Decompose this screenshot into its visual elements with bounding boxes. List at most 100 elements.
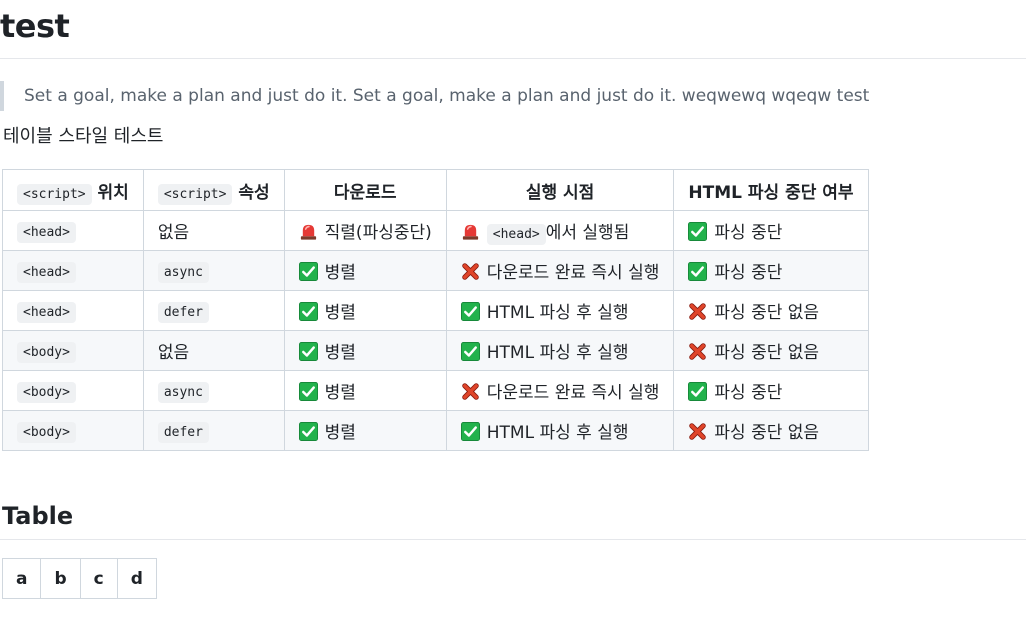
cross-mark-icon — [688, 422, 707, 441]
location-code: <head> — [17, 301, 76, 323]
location-code: <head> — [17, 221, 76, 243]
paragraph: 테이블 스타일 테스트 — [3, 126, 164, 147]
header-location-label: 위치 — [97, 182, 129, 203]
attribute-cell: defer — [142, 290, 285, 331]
parsing-text: 파싱 중단 없음 — [714, 423, 820, 443]
check-mark-icon — [298, 262, 318, 281]
execution-cell: 다운로드 완료 즉시 실행 — [445, 250, 675, 291]
download-cell: 병렬 — [283, 370, 447, 411]
section-divider — [0, 539, 1026, 540]
download-text: 병렬 — [324, 343, 356, 363]
attribute-text: 없음 — [157, 223, 190, 243]
table-row: <body> defer 병렬 HTML 파싱 후 실행 파싱 중단 없음 — [2, 410, 869, 451]
download-text: 병렬 — [324, 423, 356, 443]
cross-mark-icon — [461, 262, 480, 281]
attribute-text: 없음 — [157, 343, 190, 363]
download-cell: 병렬 — [283, 330, 447, 371]
location-code: <body> — [17, 381, 76, 403]
page-title: test — [0, 7, 70, 45]
download-text: 병렬 — [324, 383, 356, 403]
parsing-text: 파싱 중단 — [714, 223, 783, 243]
download-text: 병렬 — [324, 263, 356, 283]
table-row: <head> async 병렬 다운로드 완료 즉시 실행 파싱 중단 — [2, 250, 869, 291]
attribute-code: defer — [157, 421, 209, 443]
cross-mark-icon — [688, 302, 707, 321]
header-execution-time: 실행 시점 — [445, 169, 675, 211]
execution-cell: 다운로드 완료 즉시 실행 — [445, 370, 675, 411]
location-code: <body> — [17, 421, 76, 443]
attribute-cell: defer — [142, 410, 285, 451]
location-code: <body> — [17, 341, 76, 363]
parsing-text: 파싱 중단 없음 — [714, 303, 820, 323]
attribute-cell: async — [142, 250, 285, 291]
location-cell: <body> — [2, 410, 144, 451]
execution-cell: HTML 파싱 후 실행 — [445, 290, 675, 331]
parsing-text: 파싱 중단 — [714, 263, 783, 283]
download-text: 직렬(파싱중단) — [324, 223, 432, 243]
location-cell: <body> — [2, 370, 144, 411]
check-mark-icon — [460, 342, 480, 361]
download-text: 병렬 — [324, 303, 356, 323]
blockquote: Set a goal, make a plan and just do it. … — [0, 81, 869, 111]
execution-cell: HTML 파싱 후 실행 — [445, 410, 675, 451]
table-row: <head> defer 병렬 HTML 파싱 후 실행 파싱 중단 없음 — [2, 290, 869, 331]
header-download: 다운로드 — [283, 169, 447, 211]
location-cell: <body> — [2, 330, 144, 371]
download-cell: 직렬(파싱중단) — [283, 210, 447, 251]
check-mark-icon — [298, 422, 318, 441]
check-mark-icon — [298, 302, 318, 321]
table-header-row: <script> 위치 <script> 속성 다운로드 실행 시점 HTML … — [2, 169, 869, 211]
parsing-cell: 파싱 중단 — [673, 370, 869, 411]
attribute-code: async — [157, 261, 209, 283]
location-cell: <head> — [2, 250, 144, 291]
header-attribute-label: 속성 — [238, 182, 270, 203]
small-table-header-row: abcd — [1, 558, 157, 599]
parsing-cell: 파싱 중단 — [673, 210, 869, 251]
small-table-header-a: a — [1, 558, 42, 599]
cross-mark-icon — [461, 382, 480, 401]
small-table-header-b: b — [40, 558, 81, 599]
table-row: <body> async 병렬 다운로드 완료 즉시 실행 파싱 중단 — [2, 370, 869, 411]
small-table-header-d: d — [116, 558, 157, 599]
execution-text: HTML 파싱 후 실행 — [486, 423, 629, 443]
small-table: abcd — [1, 558, 157, 599]
attribute-cell: 없음 — [142, 210, 285, 251]
parsing-cell: 파싱 중단 없음 — [673, 330, 869, 371]
download-cell: 병렬 — [283, 250, 447, 291]
attribute-code: defer — [157, 301, 209, 323]
execution-text: 다운로드 완료 즉시 실행 — [486, 263, 660, 283]
download-cell: 병렬 — [283, 410, 447, 451]
small-table-header-c: c — [79, 558, 118, 599]
title-divider — [0, 58, 1026, 59]
location-code: <head> — [17, 261, 76, 283]
check-mark-icon — [688, 222, 708, 241]
header-location: <script> 위치 — [2, 169, 144, 211]
siren-icon — [461, 222, 480, 241]
execution-text: 에서 실행됨 — [545, 223, 630, 243]
parsing-cell: 파싱 중단 — [673, 250, 869, 291]
execution-text: HTML 파싱 후 실행 — [486, 343, 629, 363]
check-mark-icon — [460, 302, 480, 321]
table-row: <head> 없음 직렬(파싱중단) <head> 에서 실행됨 파싱 중단 — [2, 210, 869, 251]
execution-code: <head> — [486, 224, 546, 245]
parsing-cell: 파싱 중단 없음 — [673, 410, 869, 451]
check-mark-icon — [298, 382, 318, 401]
download-cell: 병렬 — [283, 290, 447, 331]
execution-text: HTML 파싱 후 실행 — [486, 303, 629, 323]
attribute-code: async — [157, 381, 209, 403]
execution-cell: HTML 파싱 후 실행 — [445, 330, 675, 371]
execution-text: 다운로드 완료 즉시 실행 — [486, 383, 660, 403]
check-mark-icon — [688, 382, 708, 401]
parsing-text: 파싱 중단 없음 — [714, 343, 820, 363]
attribute-cell: async — [142, 370, 285, 411]
parsing-text: 파싱 중단 — [714, 383, 783, 403]
cross-mark-icon — [688, 342, 707, 361]
location-cell: <head> — [2, 290, 144, 331]
header-script-code: <script> — [17, 183, 92, 205]
execution-cell: <head> 에서 실행됨 — [445, 210, 675, 251]
header-script-code: <script> — [157, 183, 233, 205]
header-parsing-blocked: HTML 파싱 중단 여부 — [673, 169, 869, 211]
parsing-cell: 파싱 중단 없음 — [673, 290, 869, 331]
siren-icon — [299, 222, 318, 241]
header-attribute: <script> 속성 — [142, 169, 285, 211]
